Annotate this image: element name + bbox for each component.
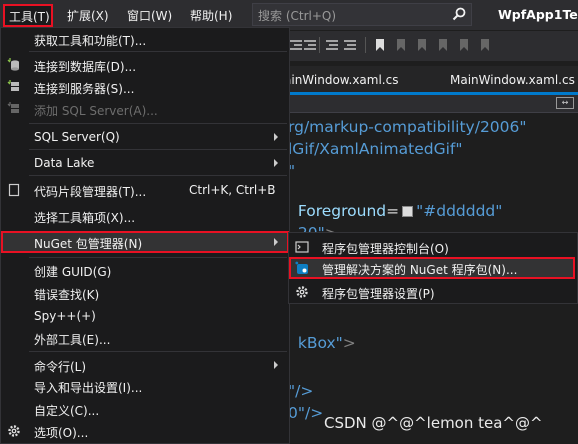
tools-menu: 获取工具和功能(T)... 连接到数据库(D)... 连接到服务器(S)... … <box>0 27 290 444</box>
code-line-1: rg/markup-compatibility/2006" <box>288 118 527 136</box>
menu-item-label: Data Lake <box>34 156 95 170</box>
submenu-item-manage-nuget[interactable]: 管理解决方案的 NuGet 程序包(N)... <box>289 257 575 279</box>
sql-server-icon <box>7 102 19 113</box>
outdent-icon[interactable] <box>290 39 302 51</box>
menu-bar: 工具(T) 扩展(X) 窗口(W) 帮助(H) 搜索 (Ctrl+Q) WpfA… <box>0 0 578 30</box>
menu-item-get-tools[interactable]: 获取工具和功能(T)... <box>1 28 289 50</box>
menu-item-label: 创建 GUID(G) <box>34 265 112 279</box>
menu-item-label: 选择工具箱项(X)... <box>34 211 136 225</box>
toolbar-separator <box>319 37 320 53</box>
gear-icon <box>296 286 308 298</box>
menu-item-label: 外部工具(E)... <box>34 333 111 347</box>
menu-window[interactable]: 窗口(W) <box>127 7 172 24</box>
submenu-item-label: 管理解决方案的 NuGet 程序包(N)... <box>322 263 518 277</box>
menu-item-label: Spy++(+) <box>34 309 96 323</box>
snippet-icon <box>8 183 20 197</box>
menu-separator <box>29 51 287 52</box>
menu-item-snippet-manager[interactable]: 代码片段管理器(T)... Ctrl+K, Ctrl+B <box>1 179 289 201</box>
code-equals: = <box>386 202 400 220</box>
menu-item-external-tools[interactable]: 外部工具(E)... <box>1 327 289 349</box>
menu-item-label: 代码片段管理器(T)... <box>34 185 147 199</box>
menu-item-create-guid[interactable]: 创建 GUID(G) <box>1 259 289 281</box>
menu-extensions[interactable]: 扩展(X) <box>67 7 109 24</box>
search-icon[interactable] <box>452 7 466 21</box>
submenu-arrow-icon <box>274 361 278 369</box>
menu-separator <box>29 123 287 124</box>
navigation-bar: ↔ <box>288 95 578 113</box>
app-title: WpfApp1Tes <box>498 7 578 22</box>
menu-separator <box>29 257 287 258</box>
menu-item-label: 导入和导出设置(I)... <box>34 381 143 395</box>
submenu-item-package-settings[interactable]: 程序包管理器设置(P) <box>289 281 577 303</box>
submenu-arrow-icon <box>274 159 278 167</box>
watermark: CSDN @^@^lemon tea^@^ <box>324 414 543 432</box>
color-swatch <box>402 206 414 217</box>
indent-icon[interactable] <box>304 39 316 51</box>
next-bookmark-folder-icon[interactable] <box>458 39 470 51</box>
menu-item-connect-database[interactable]: 连接到数据库(D)... <box>1 54 289 76</box>
nuget-submenu: 程序包管理器控制台(O) 管理解决方案的 NuGet 程序包(N)... 程序包… <box>288 232 578 304</box>
menu-item-data-lake[interactable]: Data Lake <box>1 152 289 174</box>
nuget-icon <box>295 261 308 274</box>
menu-item-error-lookup[interactable]: 错误查找(K) <box>1 282 289 304</box>
menu-separator <box>29 351 287 352</box>
menu-item-options[interactable]: 选项(O)... <box>1 420 289 442</box>
code-line-2: lGif/XamlAnimatedGif" <box>288 140 463 158</box>
comment-icon[interactable] <box>326 39 338 51</box>
clear-bookmarks-icon[interactable] <box>479 39 491 51</box>
code-line-8: 0"/> <box>288 404 324 422</box>
submenu-arrow-icon <box>274 238 278 246</box>
menu-tools[interactable]: 工具(T) <box>3 4 53 27</box>
menu-item-shortcut: Ctrl+K, Ctrl+B <box>189 183 276 197</box>
prev-bookmark-folder-icon[interactable] <box>437 39 449 51</box>
menu-item-import-export[interactable]: 导入和导出设置(I)... <box>1 375 289 397</box>
menu-item-label: NuGet 包管理器(N) <box>34 237 143 251</box>
console-icon <box>295 241 309 253</box>
menu-item-label: 添加 SQL Server(A)... <box>34 104 158 118</box>
search-box[interactable]: 搜索 (Ctrl+Q) <box>252 3 472 26</box>
menu-item-customize[interactable]: 自定义(C)... <box>1 398 289 420</box>
submenu-item-package-console[interactable]: 程序包管理器控制台(O) <box>289 236 577 258</box>
prev-bookmark-icon[interactable] <box>395 39 407 51</box>
split-view-button[interactable]: ↔ <box>556 97 574 109</box>
bookmark-icon[interactable] <box>374 39 386 51</box>
menu-item-add-sql-server[interactable]: 添加 SQL Server(A)... <box>1 98 289 120</box>
submenu-arrow-icon <box>274 133 278 141</box>
menu-item-spy[interactable]: Spy++(+) <box>1 305 289 327</box>
code-line-6: kBox"> <box>288 316 356 352</box>
code-line-7: "/> <box>288 382 314 400</box>
menu-item-label: 选项(O)... <box>34 426 89 440</box>
menu-item-label: 错误查找(K) <box>34 288 100 302</box>
database-connect-icon <box>7 58 19 71</box>
menu-item-choose-toolbox[interactable]: 选择工具箱项(X)... <box>1 205 289 227</box>
search-placeholder: 搜索 (Ctrl+Q) <box>258 9 337 23</box>
menu-item-sql-server[interactable]: SQL Server(Q) <box>1 126 289 148</box>
submenu-item-label: 程序包管理器控制台(O) <box>322 242 449 256</box>
menu-item-nuget[interactable]: NuGet 包管理器(N) <box>1 231 289 253</box>
code-value: "#dddddd" <box>416 202 503 220</box>
menu-item-label: 获取工具和功能(T)... <box>34 34 147 48</box>
tab-mainwindow-cs-1[interactable]: ainWindow.xaml.cs <box>284 73 398 87</box>
toolbar-separator <box>365 37 366 53</box>
editor-toolbar <box>288 31 578 61</box>
menu-item-label: SQL Server(Q) <box>34 130 120 144</box>
document-tabs: ainWindow.xaml.cs MainWindow.xaml.cs <box>284 66 578 92</box>
server-connect-icon <box>7 80 19 91</box>
menu-item-command-line[interactable]: 命令行(L) <box>1 354 289 376</box>
gear-icon <box>8 425 20 437</box>
submenu-item-label: 程序包管理器设置(P) <box>322 287 435 301</box>
menu-item-connect-server[interactable]: 连接到服务器(S)... <box>1 76 289 98</box>
menu-item-label: 自定义(C)... <box>34 404 100 418</box>
tab-mainwindow-cs-2[interactable]: MainWindow.xaml.cs <box>450 73 575 87</box>
menu-help[interactable]: 帮助(H) <box>190 7 232 24</box>
menu-item-label: 连接到数据库(D)... <box>34 60 137 74</box>
menu-separator <box>29 175 287 176</box>
next-bookmark-icon[interactable] <box>416 39 428 51</box>
code-bracket: > <box>342 334 356 352</box>
menu-item-label: 连接到服务器(S)... <box>34 82 135 96</box>
code-value: kBox" <box>297 334 343 352</box>
menu-separator <box>29 149 287 150</box>
uncomment-icon[interactable] <box>344 39 356 51</box>
menu-item-label: 命令行(L) <box>34 360 87 374</box>
